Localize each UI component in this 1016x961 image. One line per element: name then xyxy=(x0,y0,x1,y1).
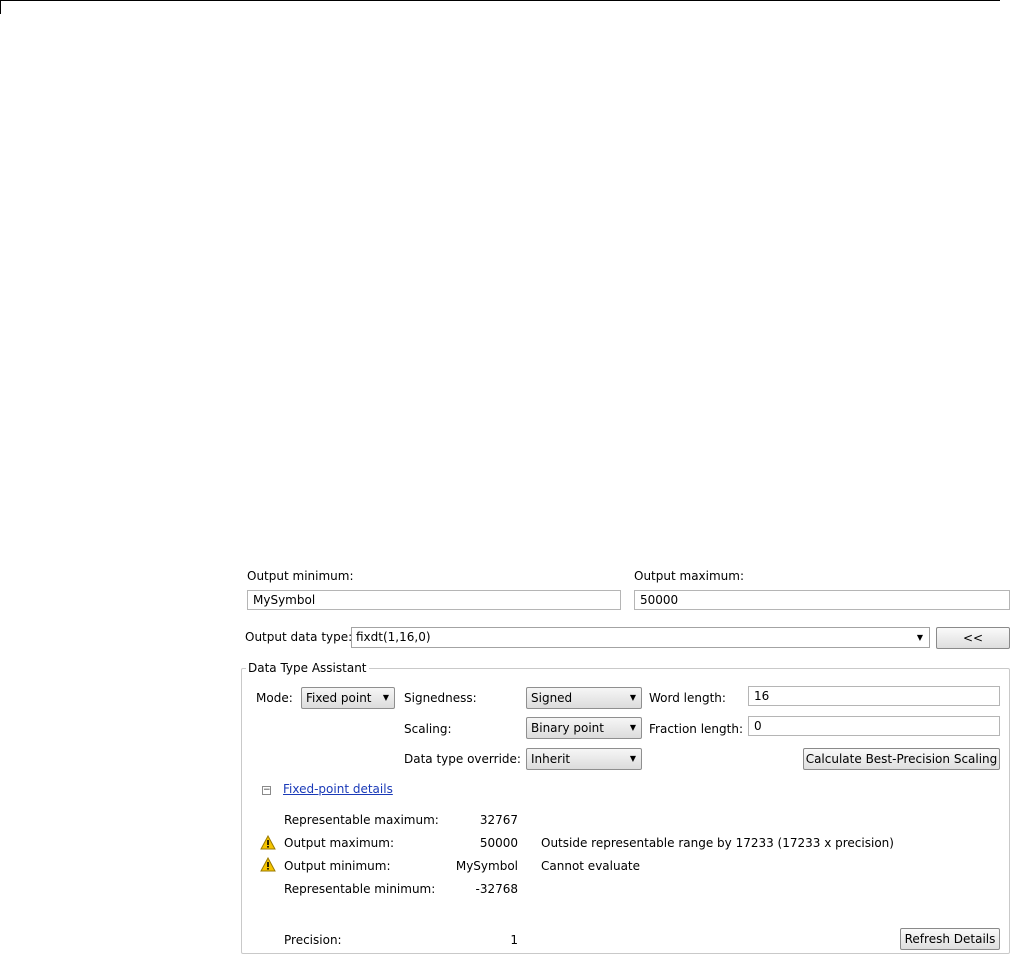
data-type-override-label: Data type override: xyxy=(404,752,521,766)
output-maximum-detail-label: Output maximum: xyxy=(284,836,395,850)
output-maximum-message: Outside representable range by 17233 (17… xyxy=(541,836,894,850)
refresh-details-button[interactable]: Refresh Details xyxy=(900,928,1000,950)
output-minimum-message: Cannot evaluate xyxy=(541,859,641,873)
fraction-length-field[interactable]: 0 xyxy=(748,716,1000,736)
output-data-type-value: fixdt(1,16,0) xyxy=(356,630,431,644)
mode-dropdown[interactable]: Fixed point ▼ xyxy=(301,687,395,709)
chevron-down-icon: ▼ xyxy=(916,633,923,642)
word-length-field[interactable]: 16 xyxy=(748,686,1000,706)
hide-assistant-button[interactable]: << xyxy=(936,627,1010,649)
output-minimum-field[interactable]: MySymbol xyxy=(247,590,621,610)
scaling-label: Scaling: xyxy=(404,722,452,736)
representable-maximum-label: Representable maximum: xyxy=(284,813,439,827)
output-maximum-label: Output maximum: xyxy=(634,569,745,583)
precision-label: Precision: xyxy=(284,933,342,947)
warning-icon xyxy=(260,857,276,872)
fraction-length-label: Fraction length: xyxy=(649,722,744,736)
output-minimum-label: Output minimum: xyxy=(247,569,354,583)
chevron-down-icon: ▼ xyxy=(629,723,636,732)
chevron-down-icon: ▼ xyxy=(629,693,636,702)
mode-label: Mode: xyxy=(256,691,293,705)
chevron-down-icon: ▼ xyxy=(382,693,389,702)
data-type-override-dropdown[interactable]: Inherit ▼ xyxy=(526,748,642,770)
calculate-best-precision-button[interactable]: Calculate Best-Precision Scaling xyxy=(803,748,1000,770)
output-minimum-detail-label: Output minimum: xyxy=(284,859,391,873)
chevron-down-icon: ▼ xyxy=(629,754,636,763)
parameter-panel: Output minimum: MySymbol Output maximum:… xyxy=(236,562,1016,961)
precision-value: 1 xyxy=(510,933,518,947)
scaling-dropdown[interactable]: Binary point ▼ xyxy=(526,717,642,739)
scaling-value: Binary point xyxy=(531,721,604,735)
output-minimum-detail-value: MySymbol xyxy=(455,859,518,873)
collapse-icon[interactable]: − xyxy=(262,786,271,795)
representable-maximum-value: 32767 xyxy=(479,813,518,827)
output-data-type-combo[interactable]: fixdt(1,16,0) ▼ xyxy=(351,627,930,648)
signedness-value: Signed xyxy=(531,691,573,705)
representable-minimum-value: -32768 xyxy=(475,882,518,896)
data-type-override-value: Inherit xyxy=(531,752,571,766)
data-type-assistant-title: Data Type Assistant xyxy=(246,660,369,676)
representable-minimum-label: Representable minimum: xyxy=(284,882,436,896)
warning-icon xyxy=(260,835,276,850)
fixed-point-details-link[interactable]: Fixed-point details xyxy=(283,782,393,796)
output-data-type-label: Output data type: xyxy=(245,630,353,644)
data-type-assistant-group xyxy=(241,668,1010,954)
word-length-label: Word length: xyxy=(649,691,726,705)
mode-value: Fixed point xyxy=(306,691,372,705)
page-top-border xyxy=(0,0,1000,14)
output-maximum-detail-value: 50000 xyxy=(479,836,518,850)
signedness-dropdown[interactable]: Signed ▼ xyxy=(526,687,642,709)
signedness-label: Signedness: xyxy=(404,691,477,705)
output-maximum-field[interactable]: 50000 xyxy=(634,590,1010,610)
